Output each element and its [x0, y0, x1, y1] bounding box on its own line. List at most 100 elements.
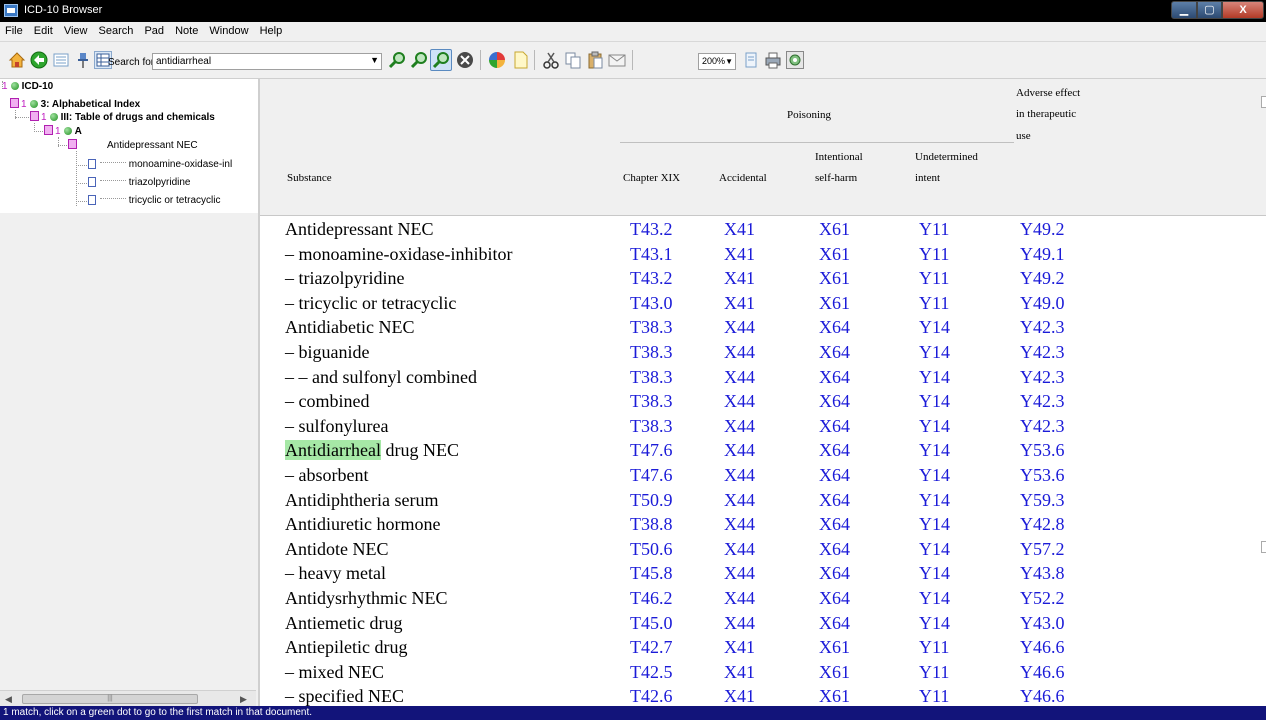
icd-code-link[interactable]: T45.8 [630, 563, 673, 584]
page-icon[interactable] [742, 51, 760, 69]
icd-code-link[interactable]: Y14 [919, 514, 950, 535]
icd-code-link[interactable]: Y42.3 [1020, 342, 1065, 363]
icd-code-link[interactable]: T45.0 [630, 613, 673, 634]
icd-code-link[interactable]: Y14 [919, 317, 950, 338]
icd-code-link[interactable]: X44 [724, 317, 755, 338]
close-button[interactable]: X [1222, 1, 1264, 19]
horizontal-scrollbar[interactable]: ◀ ||| ▶ [0, 690, 256, 707]
icd-code-link[interactable]: X64 [819, 613, 850, 634]
icd-code-link[interactable]: X41 [724, 637, 755, 658]
icd-code-link[interactable]: Y14 [919, 440, 950, 461]
toc-icon[interactable] [52, 51, 70, 69]
icd-code-link[interactable]: T38.3 [630, 416, 673, 437]
icd-code-link[interactable]: X61 [819, 686, 850, 706]
icd-code-link[interactable]: X44 [724, 416, 755, 437]
green-dot-icon[interactable] [10, 82, 19, 90]
stop-icon[interactable] [456, 51, 474, 69]
search-prev-icon[interactable] [388, 51, 406, 69]
icd-code-link[interactable]: X41 [724, 244, 755, 265]
icd-code-link[interactable]: Y11 [919, 637, 949, 658]
email-icon[interactable] [608, 51, 626, 69]
icd-code-link[interactable]: Y43.0 [1020, 613, 1065, 634]
menu-window[interactable]: Window [205, 22, 252, 37]
icd-code-link[interactable]: T38.3 [630, 367, 673, 388]
icd-code-link[interactable]: X44 [724, 342, 755, 363]
icd-code-link[interactable]: X41 [724, 293, 755, 314]
icd-code-link[interactable]: T43.2 [630, 219, 673, 240]
icd-code-link[interactable]: T42.6 [630, 686, 673, 706]
icd-code-link[interactable]: X64 [819, 539, 850, 560]
icd-code-link[interactable]: Y53.6 [1020, 440, 1065, 461]
icd-code-link[interactable]: Y42.3 [1020, 367, 1065, 388]
tree-leaf[interactable]: tricyclic or tetracyclic [88, 195, 220, 208]
icd-code-link[interactable]: Y46.6 [1020, 686, 1065, 706]
search-current-icon[interactable] [430, 49, 452, 71]
green-dot-icon[interactable] [29, 100, 38, 108]
back-icon[interactable] [30, 51, 48, 69]
cut-icon[interactable] [542, 51, 560, 69]
icd-code-link[interactable]: Y14 [919, 416, 950, 437]
icd-code-link[interactable]: Y49.2 [1020, 268, 1065, 289]
icd-code-link[interactable]: Y49.0 [1020, 293, 1065, 314]
green-dot-icon[interactable] [63, 127, 72, 135]
chevron-down-icon[interactable]: ▼ [370, 55, 379, 65]
tree-node-alphabetical-index[interactable]: 1 3: Alphabetical Index [10, 98, 140, 111]
icd-code-link[interactable]: T50.6 [630, 539, 673, 560]
icd-code-link[interactable]: Y14 [919, 539, 950, 560]
icd-code-link[interactable]: Y46.6 [1020, 637, 1065, 658]
icd-code-link[interactable]: T43.0 [630, 293, 673, 314]
icd-code-link[interactable]: Y11 [919, 293, 949, 314]
scroll-thumb[interactable]: ||| [22, 694, 198, 704]
icd-code-link[interactable]: Y14 [919, 367, 950, 388]
menu-note[interactable]: Note [171, 22, 202, 37]
icd-code-link[interactable]: X64 [819, 490, 850, 511]
icd-code-link[interactable]: X64 [819, 465, 850, 486]
search-next-icon[interactable] [410, 51, 428, 69]
icd-code-link[interactable]: Y42.8 [1020, 514, 1065, 535]
icd-code-link[interactable]: X61 [819, 268, 850, 289]
tree-node-drug-table[interactable]: 1 III: Table of drugs and chemicals [30, 111, 215, 124]
icd-code-link[interactable]: Y53.6 [1020, 465, 1065, 486]
icd-code-link[interactable]: X44 [724, 539, 755, 560]
icd-code-link[interactable]: Y11 [919, 219, 949, 240]
icd-code-link[interactable]: X64 [819, 514, 850, 535]
tree-node-icd10[interactable]: 1 ICD-10 [2, 81, 53, 94]
icd-code-link[interactable]: X41 [724, 686, 755, 706]
icd-code-link[interactable]: T38.3 [630, 317, 673, 338]
paste-icon[interactable] [586, 51, 604, 69]
menu-edit[interactable]: Edit [30, 22, 57, 37]
icd-code-link[interactable]: Y14 [919, 588, 950, 609]
menu-search[interactable]: Search [95, 22, 138, 37]
icd-code-link[interactable]: X61 [819, 637, 850, 658]
icd-code-link[interactable]: X44 [724, 514, 755, 535]
icd-code-link[interactable]: T46.2 [630, 588, 673, 609]
color-wheel-icon[interactable] [488, 51, 506, 69]
icd-code-link[interactable]: X44 [724, 367, 755, 388]
icd-code-link[interactable]: X64 [819, 440, 850, 461]
maximize-button[interactable]: ▢ [1197, 1, 1222, 19]
icd-code-link[interactable]: X44 [724, 490, 755, 511]
menu-help[interactable]: Help [256, 22, 287, 37]
icd-code-link[interactable]: Y14 [919, 391, 950, 412]
icd-code-link[interactable]: X64 [819, 563, 850, 584]
menu-file[interactable]: File [0, 22, 27, 37]
icd-code-link[interactable]: X61 [819, 219, 850, 240]
icd-code-link[interactable]: Y49.1 [1020, 244, 1065, 265]
icd-code-link[interactable]: X44 [724, 391, 755, 412]
icd-code-link[interactable]: T43.2 [630, 268, 673, 289]
icd-code-link[interactable]: X44 [724, 563, 755, 584]
icd-code-link[interactable]: X64 [819, 317, 850, 338]
icd-code-link[interactable]: Y11 [919, 662, 949, 683]
tree-leaf[interactable]: triazolpyridine [88, 177, 190, 190]
menu-pad[interactable]: Pad [140, 22, 168, 37]
green-dot-icon[interactable] [49, 113, 58, 121]
icd-code-link[interactable]: T47.6 [630, 440, 673, 461]
print-icon[interactable] [764, 51, 782, 69]
icd-code-link[interactable]: X64 [819, 588, 850, 609]
home-icon[interactable] [8, 51, 26, 69]
tree-node-antidepressant[interactable]: Antidepressant NEC [68, 139, 198, 152]
icd-code-link[interactable]: Y11 [919, 686, 949, 706]
icd-code-link[interactable]: Y14 [919, 613, 950, 634]
icd-code-link[interactable]: T42.5 [630, 662, 673, 683]
icd-code-link[interactable]: Y14 [919, 490, 950, 511]
